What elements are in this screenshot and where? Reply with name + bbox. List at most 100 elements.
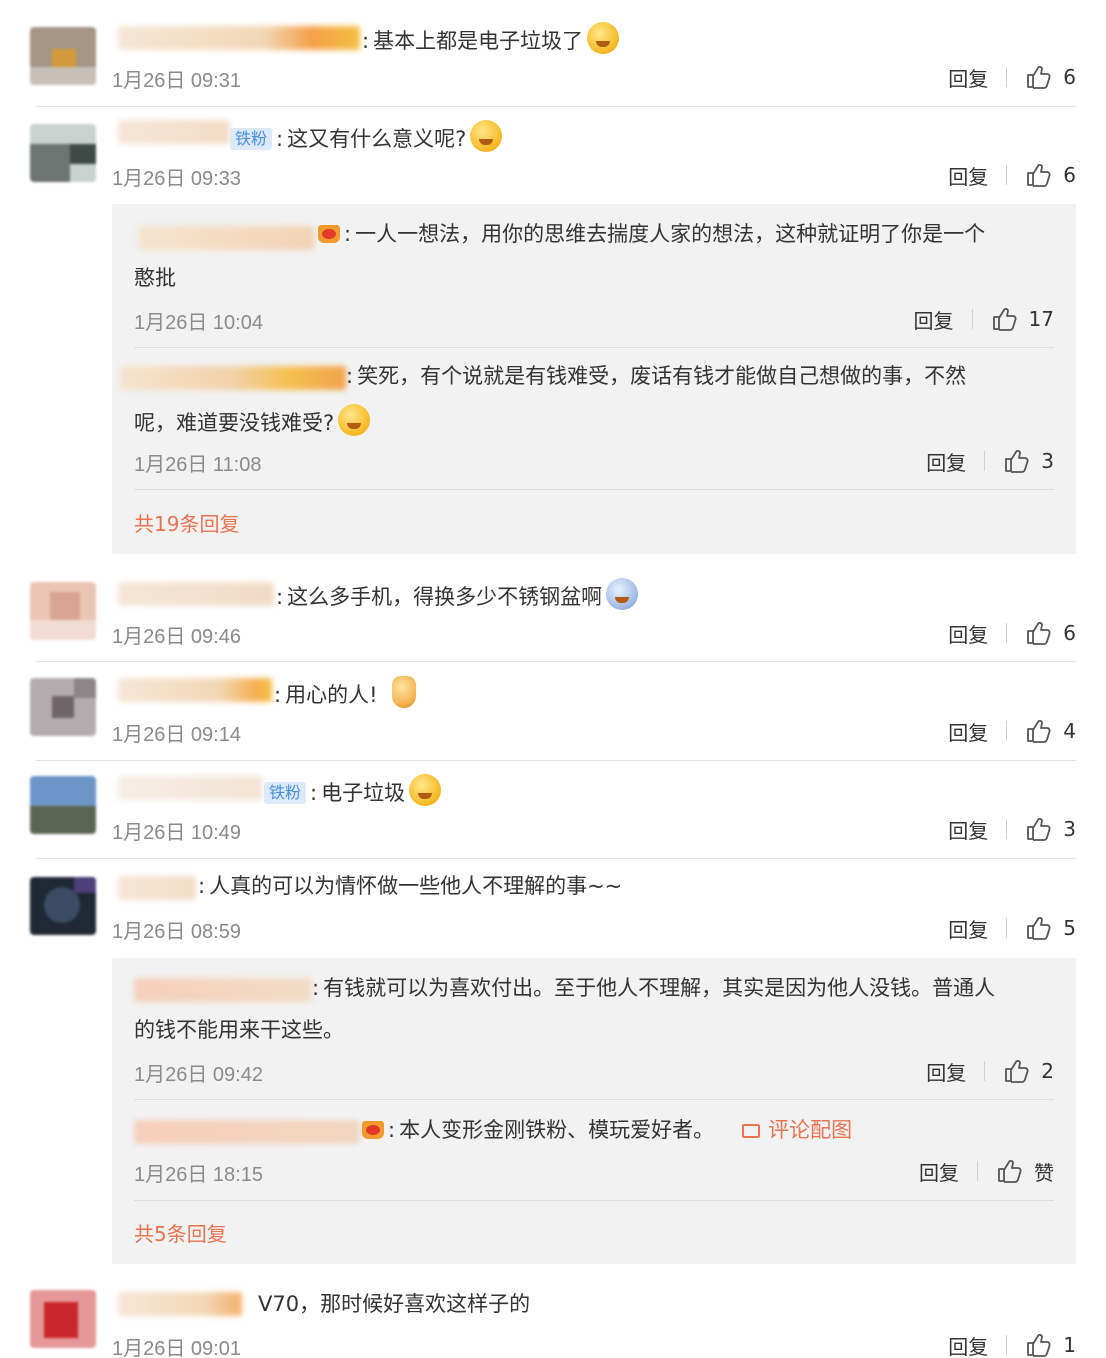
comment-actions: 回复 6 <box>948 618 1076 648</box>
comment-actions: 回复 1 <box>948 1330 1076 1358</box>
reply-text-line1: 一人一想法，用你的思维去揣度人家的想法，这种就证明了你是一个 <box>355 222 986 246</box>
thumbs-up-icon[interactable] <box>1025 64 1051 90</box>
reply-text-line1: 笑死，有个说就是有钱难受，废话有钱才能做自己想做的事，不然 <box>357 364 967 388</box>
image-icon <box>742 1124 761 1138</box>
comment-time: 1月26日 08:59 <box>112 921 241 943</box>
comment-actions: 回复 4 <box>948 716 1076 746</box>
replies-box: : 一人一想法，用你的思维去揣度人家的想法，这种就证明了你是一个 憨批 1月26日… <box>112 204 1076 554</box>
reply-button[interactable]: 回复 <box>919 1157 959 1186</box>
reply-actions: 回复 赞 <box>919 1156 1054 1186</box>
fan-badge[interactable]: 铁粉 <box>264 782 307 804</box>
avatar[interactable] <box>30 776 96 834</box>
comment-time: 1月26日 09:31 <box>112 70 241 92</box>
username-blurred[interactable] <box>134 1120 360 1144</box>
divider <box>36 106 1076 107</box>
separator <box>984 451 986 471</box>
comment-text: 人真的可以为情怀做一些他人不理解的事~~ <box>209 874 623 898</box>
thumbs-up-icon[interactable] <box>1003 1058 1029 1084</box>
thumbs-up-icon[interactable] <box>1003 448 1029 474</box>
username-blurred[interactable] <box>134 978 312 1002</box>
reply-time: 1月26日 10:04 <box>134 312 263 334</box>
reply-text-line2: 憨批 <box>134 266 176 290</box>
separator <box>1006 819 1008 839</box>
reply-button[interactable]: 回复 <box>948 815 988 844</box>
comment-text: 这么多手机，得换多少不锈钢盆啊 <box>287 585 603 609</box>
like-count: 6 <box>1063 621 1076 645</box>
thumbs-up-icon[interactable] <box>1025 816 1051 842</box>
comment-text: 这又有什么意义呢? <box>287 127 467 151</box>
like-count: 1 <box>1063 1333 1076 1357</box>
avatar[interactable] <box>30 27 96 85</box>
username-blurred[interactable] <box>118 776 262 800</box>
thumbs-up-icon[interactable] <box>1025 1332 1051 1358</box>
fan-badge[interactable]: 铁粉 <box>230 128 273 150</box>
username-blurred[interactable] <box>118 678 272 702</box>
reply-time: 1月26日 09:42 <box>134 1064 263 1086</box>
thumbs-up-icon[interactable] <box>1025 915 1051 941</box>
comment-actions: 回复 5 <box>948 913 1076 943</box>
username-blurred[interactable] <box>118 26 360 50</box>
divider <box>134 489 1054 490</box>
separator <box>1006 165 1008 185</box>
comment-image-link[interactable]: 评论配图 <box>742 1118 852 1142</box>
username-blurred[interactable] <box>118 120 230 144</box>
comment-text: 电子垃圾 <box>321 781 406 805</box>
replies-box: : 有钱就可以为喜欢付出。至于他人不理解，其实是因为他人没钱。普通人 的钱不能用来… <box>112 958 1076 1264</box>
reply-button[interactable]: 回复 <box>948 161 988 190</box>
thumbs-up-icon[interactable] <box>991 306 1017 332</box>
reply-button[interactable]: 回复 <box>926 447 966 476</box>
reply-actions: 回复 17 <box>914 304 1054 334</box>
username-blurred[interactable] <box>118 1292 242 1316</box>
thumbs-up-icon[interactable] <box>1025 620 1051 646</box>
comment-time: 1月26日 09:14 <box>112 724 241 746</box>
like-count: 17 <box>1028 307 1054 331</box>
avatar[interactable] <box>30 1290 96 1348</box>
username-blurred[interactable] <box>118 582 274 606</box>
reply-time: 1月26日 11:08 <box>134 454 262 476</box>
separator <box>984 1061 986 1081</box>
username-blurred[interactable] <box>120 366 346 390</box>
like-count: 3 <box>1063 817 1076 841</box>
reply-button[interactable]: 回复 <box>948 914 988 943</box>
reply-text-line2: 呢，难道要没钱难受? <box>134 411 335 435</box>
reply-time: 1月26日 18:15 <box>134 1164 263 1186</box>
comment-text: V70，那时候好喜欢这样子的 <box>258 1292 531 1316</box>
like-count: 4 <box>1063 719 1076 743</box>
divider <box>36 661 1076 662</box>
username-blurred[interactable] <box>138 226 314 250</box>
thumbs-up-icon[interactable] <box>996 1158 1022 1184</box>
comment-actions: 回复 6 <box>948 62 1076 92</box>
comment-actions: 回复 3 <box>948 814 1076 844</box>
reply-button[interactable]: 回复 <box>948 619 988 648</box>
reply-button[interactable]: 回复 <box>926 1057 966 1086</box>
comment-text: 基本上都是电子垃圾了 <box>373 29 584 53</box>
like-count: 3 <box>1041 449 1054 473</box>
separator <box>1006 721 1008 741</box>
more-replies-link[interactable]: 共19条回复 <box>134 508 239 537</box>
reply-button[interactable]: 回复 <box>948 717 988 746</box>
comment-time: 1月26日 10:49 <box>112 822 241 844</box>
thumbs-up-icon[interactable] <box>1025 718 1051 744</box>
comment-text: 用心的人! <box>285 683 378 707</box>
reply-button[interactable]: 回复 <box>948 1331 988 1358</box>
comment-time: 1月26日 09:33 <box>112 168 241 190</box>
thumbs-up-emoji-icon <box>391 676 416 708</box>
separator <box>1006 918 1008 938</box>
divider <box>36 760 1076 761</box>
separator <box>977 1161 978 1181</box>
scared-emoji-icon <box>606 578 639 610</box>
comment-time: 1月26日 09:01 <box>112 1338 241 1358</box>
avatar[interactable] <box>30 877 96 935</box>
like-count: 6 <box>1063 65 1076 89</box>
reply-button[interactable]: 回复 <box>914 305 954 334</box>
more-replies-link[interactable]: 共5条回复 <box>134 1218 227 1247</box>
avatar[interactable] <box>30 678 96 736</box>
reply-button[interactable]: 回复 <box>948 63 988 92</box>
separator <box>1006 1335 1008 1355</box>
thumbs-up-icon[interactable] <box>1025 162 1051 188</box>
grin-emoji-icon <box>338 404 371 436</box>
avatar[interactable] <box>30 124 96 182</box>
username-blurred[interactable] <box>118 876 196 900</box>
reply-text-line2: 的钱不能用来干这些。 <box>134 1018 344 1042</box>
avatar[interactable] <box>30 582 96 640</box>
